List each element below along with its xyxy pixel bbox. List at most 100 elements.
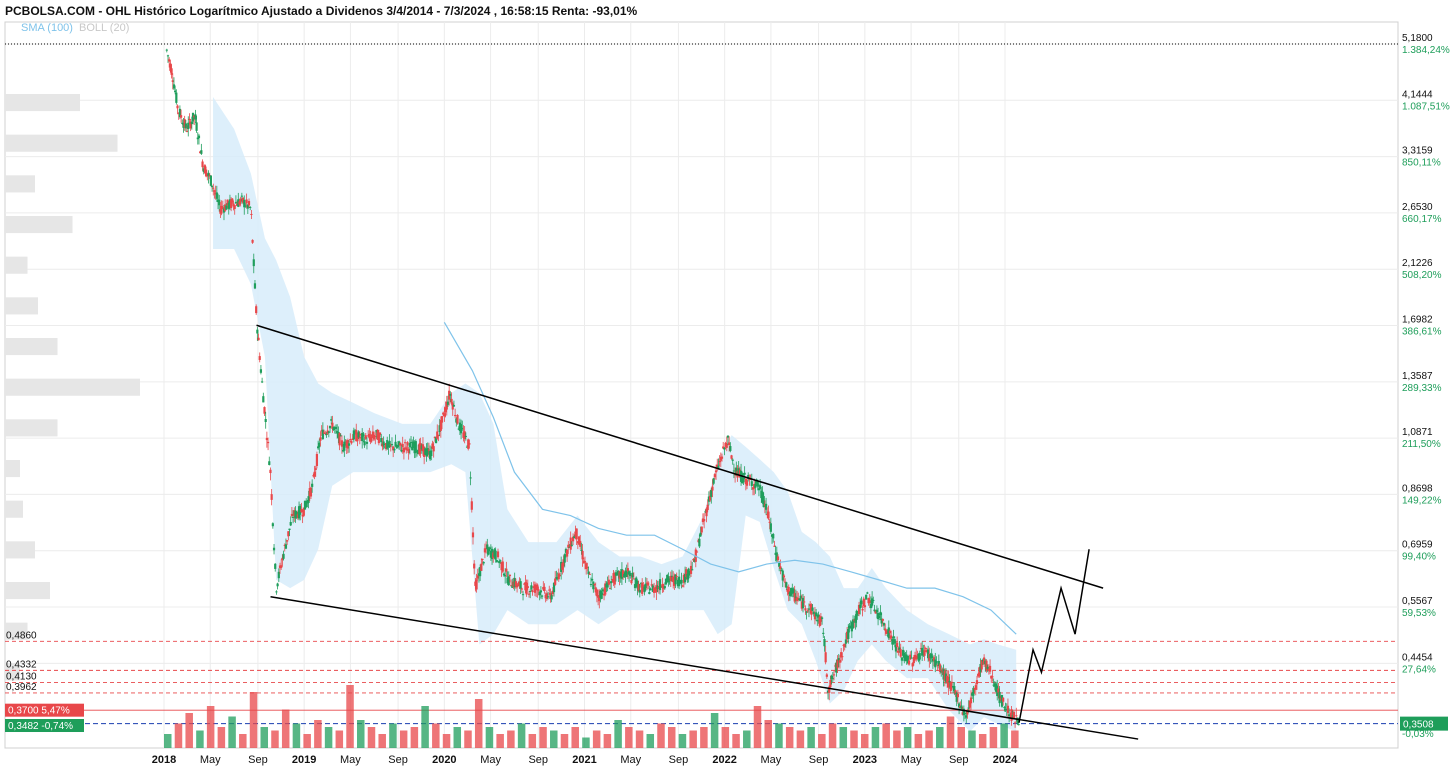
volume-bar: [925, 730, 933, 748]
candle-body: [165, 49, 168, 51]
volume-bar: [357, 720, 365, 748]
candle-body: [769, 523, 772, 532]
candle-body: [1003, 707, 1006, 709]
x-tick-label: 2024: [993, 754, 1018, 766]
candle-body: [507, 576, 510, 586]
last-price-text: 0,3508: [1403, 720, 1434, 731]
candle-body: [268, 461, 271, 465]
volume-profile-bar: [5, 134, 118, 152]
candle-body: [399, 442, 402, 446]
candle-body: [437, 434, 440, 436]
candle-body: [652, 587, 656, 593]
boll-legend-label[interactable]: BOLL (20): [79, 22, 129, 34]
volume-bar: [410, 727, 419, 748]
candle-body: [863, 605, 867, 608]
volume-bar: [603, 734, 612, 748]
candle-body: [388, 440, 391, 448]
candle-body: [195, 122, 198, 131]
candle-body: [356, 437, 359, 442]
candle-body: [213, 190, 216, 192]
candle-body: [461, 427, 464, 430]
volume-bar: [1011, 730, 1019, 748]
candle-body: [456, 414, 459, 424]
candle-body: [530, 585, 533, 590]
candle-body: [875, 609, 878, 613]
candle-body: [390, 444, 394, 446]
candle-body: [403, 442, 407, 444]
volume-profile-bar: [5, 175, 35, 193]
candle-body: [1015, 715, 1018, 717]
candle-body: [601, 589, 604, 592]
volume-bar: [474, 699, 483, 748]
volume-profile-bar: [5, 338, 58, 356]
candle-body: [276, 583, 279, 587]
volume-bar: [174, 723, 183, 748]
volume-bar: [882, 723, 890, 748]
candle-body: [988, 665, 992, 672]
candle-body: [519, 581, 522, 589]
candle-body: [287, 531, 290, 537]
candle-body: [764, 503, 768, 510]
candle-body: [717, 465, 720, 468]
volume-bar: [721, 727, 730, 748]
volume-profile-bar: [5, 256, 28, 274]
volume-bar: [528, 734, 537, 748]
candle-body: [807, 608, 811, 610]
y-tick-label: 5,1800: [1402, 33, 1433, 44]
candle-body: [247, 201, 251, 206]
candle-body: [188, 118, 191, 120]
candle-body: [892, 636, 895, 638]
candle-body: [899, 649, 902, 657]
candle-body: [585, 563, 588, 569]
candle-body: [799, 595, 802, 599]
candle-body: [600, 592, 603, 599]
y-tick-percent: 386,61%: [1402, 327, 1442, 338]
candle-body: [1006, 705, 1010, 713]
volume-bar: [625, 727, 633, 748]
candle-body: [773, 545, 776, 547]
volume-bar: [442, 734, 451, 748]
y-tick-label: 1,0871: [1402, 427, 1433, 438]
y-tick-percent: 59,53%: [1402, 608, 1436, 619]
candle-body: [275, 591, 278, 593]
volume-bar: [228, 716, 236, 748]
candle-body: [768, 521, 771, 523]
candle-body: [365, 441, 369, 444]
candle-body: [470, 501, 473, 510]
candle-body: [274, 563, 277, 569]
volume-bar: [871, 727, 880, 748]
candle-body: [831, 678, 834, 680]
volume-bar: [710, 713, 719, 748]
candle-body: [205, 169, 208, 177]
candle-body: [965, 715, 968, 718]
volume-profile-bar: [5, 94, 80, 112]
volume-bar: [164, 734, 172, 748]
volume-profile-bar: [5, 419, 58, 437]
candle-body: [710, 489, 713, 497]
x-tick-label: May: [340, 754, 361, 766]
volume-bar: [689, 730, 697, 748]
candle-body: [451, 403, 454, 410]
candle-body: [238, 201, 241, 205]
candle-body: [499, 560, 502, 562]
volume-profile-bar: [5, 582, 50, 600]
candle-body: [732, 470, 736, 472]
y-tick-label: 2,6530: [1402, 202, 1433, 213]
candle-body: [350, 441, 353, 444]
candle-body: [847, 628, 850, 639]
candle-body: [923, 650, 926, 656]
candle-body: [703, 519, 706, 522]
candle-body: [630, 579, 633, 584]
sma-legend-label[interactable]: SMA (100): [21, 22, 73, 34]
volume-bar: [346, 685, 354, 748]
candle-body: [405, 447, 408, 451]
candle-body: [250, 213, 253, 215]
candle-body: [963, 712, 967, 714]
candle-body: [321, 429, 324, 440]
volume-bar: [850, 730, 858, 748]
volume-bar: [560, 734, 569, 748]
candle-body: [700, 526, 703, 533]
x-tick-label: Sep: [809, 754, 829, 766]
candle-body: [362, 433, 365, 437]
candle-body: [449, 394, 452, 396]
